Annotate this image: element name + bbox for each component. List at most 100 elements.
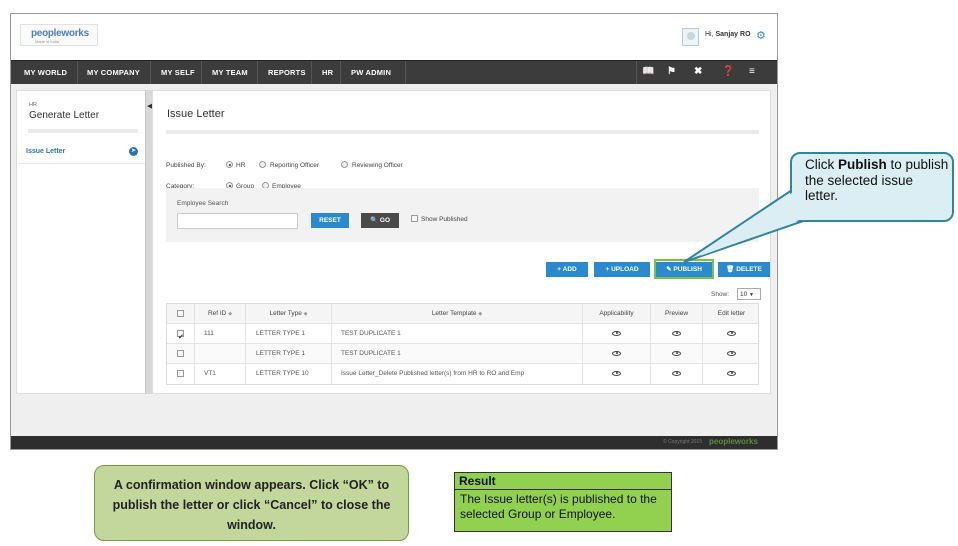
logo[interactable]: peopleworks Made in India: [20, 24, 98, 46]
nav-my-team[interactable]: MY TEAM: [212, 68, 248, 77]
cell-ref-id: VT1: [195, 364, 246, 384]
header-ref-id-text: Ref ID: [207, 310, 227, 317]
preview-cell: [651, 344, 703, 363]
title-rule: [166, 130, 759, 134]
header-ref-id[interactable]: Ref ID ◆: [195, 304, 246, 323]
page-size-value: 10: [740, 291, 748, 298]
employee-search-input[interactable]: [177, 213, 298, 229]
delete-button[interactable]: 🗑 DELETE: [718, 262, 770, 277]
row-select-cell: [167, 344, 195, 363]
eye-icon[interactable]: [672, 330, 681, 336]
delete-label: DELETE: [736, 266, 762, 273]
reset-button[interactable]: RESET: [311, 213, 349, 228]
radio-published-hr[interactable]: [226, 161, 233, 168]
nav-my-company[interactable]: MY COMPANY: [87, 68, 140, 77]
option-published-hr[interactable]: HR: [236, 162, 245, 169]
row-select-cell: [167, 364, 195, 384]
header-letter-template-text: Letter Template: [431, 310, 477, 317]
footer: © Copyright 2015 peopleworks: [11, 436, 777, 449]
sidebar-rule: [28, 129, 138, 133]
help-icon[interactable]: ❓: [722, 66, 734, 77]
nav-my-self[interactable]: MY SELF: [161, 68, 195, 77]
cell-ref-id: [195, 344, 246, 363]
applicability-cell: [583, 364, 651, 384]
select-all-checkbox[interactable]: [177, 310, 184, 317]
app-window: peopleworks Made in India Hi, Sanjay RO …: [10, 13, 778, 450]
logo-text: peopleworks: [31, 28, 89, 39]
published-by-label: Published By:: [166, 162, 206, 169]
nav-divider: [201, 61, 202, 84]
nav-hr[interactable]: HR: [322, 68, 333, 77]
sitemap-icon[interactable]: ≡: [749, 66, 755, 77]
book-icon[interactable]: 📖: [642, 66, 654, 77]
nav-divider: [340, 61, 341, 84]
sidebar-collapse-handle[interactable]: ◀: [145, 90, 152, 394]
header-applicability: Applicability: [583, 304, 651, 323]
cell-letter-type: LETTER TYPE 10: [246, 364, 332, 384]
upload-button[interactable]: + UPLOAD: [594, 262, 650, 277]
gear-icon[interactable]: ⚙: [756, 29, 766, 42]
cell-letter-template: TEST DUPLICATE 1: [332, 324, 583, 343]
go-button[interactable]: 🔍 GO: [361, 213, 399, 228]
avatar[interactable]: [682, 28, 699, 46]
applicability-cell: [583, 344, 651, 363]
employee-search-label: Employee Search: [177, 200, 229, 207]
radio-published-reviewing-officer[interactable]: [341, 161, 348, 168]
row-checkbox[interactable]: [177, 370, 184, 377]
footer-brand: peopleworks: [709, 437, 758, 446]
eye-icon[interactable]: [727, 330, 736, 336]
tools-icon[interactable]: ✖: [694, 66, 702, 77]
sidebar-title: Generate Letter: [29, 110, 100, 121]
nav-my-world[interactable]: MY WORLD: [24, 68, 67, 77]
eye-icon[interactable]: [672, 370, 681, 376]
logo-tagline: Made in India: [35, 39, 60, 44]
top-bar: peopleworks Made in India Hi, Sanjay RO …: [11, 14, 777, 60]
applicability-cell: [583, 324, 651, 343]
table-row[interactable]: 111 LETTER TYPE 1 TEST DUPLICATE 1: [167, 324, 758, 348]
cell-letter-template: Issue Letter_Delete Published letter(s) …: [332, 364, 583, 384]
nav-pw-admin[interactable]: PW ADMIN: [351, 68, 391, 77]
eye-icon[interactable]: [672, 350, 681, 356]
arrow-right-icon[interactable]: ➤: [129, 147, 138, 156]
table-row[interactable]: VT1 LETTER TYPE 10 Issue Letter_Delete P…: [167, 364, 758, 384]
page-title: Issue Letter: [167, 108, 225, 120]
option-published-reporting-officer[interactable]: Reporting Officer: [270, 162, 319, 169]
preview-cell: [651, 364, 703, 384]
row-checkbox[interactable]: [177, 328, 184, 348]
main-panel: Issue Letter Published By: HR Reporting …: [152, 90, 771, 394]
search-panel: Employee Search RESET 🔍 GO Show Publishe…: [166, 188, 759, 242]
edit-cell: [703, 344, 760, 363]
option-published-reviewing-officer[interactable]: Reviewing Officer: [352, 162, 403, 169]
show-label: Show:: [711, 291, 730, 298]
sidebar-item-issue-letter[interactable]: Issue Letter: [26, 148, 65, 155]
add-button[interactable]: + ADD: [546, 262, 588, 277]
page-size-select[interactable]: 10 ▼: [737, 288, 761, 300]
preview-cell: [651, 324, 703, 343]
eye-icon[interactable]: [612, 330, 621, 336]
radio-published-reporting-officer[interactable]: [259, 161, 266, 168]
eye-icon[interactable]: [727, 350, 736, 356]
callout-text-pre: Click: [805, 157, 838, 172]
chevron-down-icon: ▼: [749, 292, 754, 298]
table-header-row: Ref ID ◆ Letter Type ◆ Letter Template ◆…: [167, 304, 758, 324]
eye-icon[interactable]: [612, 350, 621, 356]
eye-icon[interactable]: [727, 370, 736, 376]
header-letter-template[interactable]: Letter Template ◆: [332, 304, 583, 323]
cell-letter-template: TEST DUPLICATE 1: [332, 344, 583, 363]
nav-reports[interactable]: REPORTS: [268, 68, 306, 77]
row-checkbox[interactable]: [177, 350, 184, 357]
result-title: Result: [455, 473, 671, 490]
result-text: The Issue letter(s) is published to the …: [460, 492, 657, 521]
user-greeting[interactable]: Hi, Sanjay RO: [705, 31, 751, 38]
sort-icon: ◆: [303, 311, 308, 317]
copyright-text: © Copyright 2015: [663, 439, 702, 445]
add-label: ADD: [562, 266, 577, 273]
user-name: Sanjay RO: [715, 31, 751, 38]
show-published-checkbox[interactable]: [411, 215, 418, 222]
header-letter-type[interactable]: Letter Type ◆: [246, 304, 332, 323]
table-row[interactable]: LETTER TYPE 1 TEST DUPLICATE 1: [167, 344, 758, 364]
eye-icon[interactable]: [612, 370, 621, 376]
flag-icon[interactable]: ⚑: [667, 66, 676, 77]
show-published-label[interactable]: Show Published: [421, 216, 468, 223]
sort-icon: ◆: [228, 311, 233, 317]
